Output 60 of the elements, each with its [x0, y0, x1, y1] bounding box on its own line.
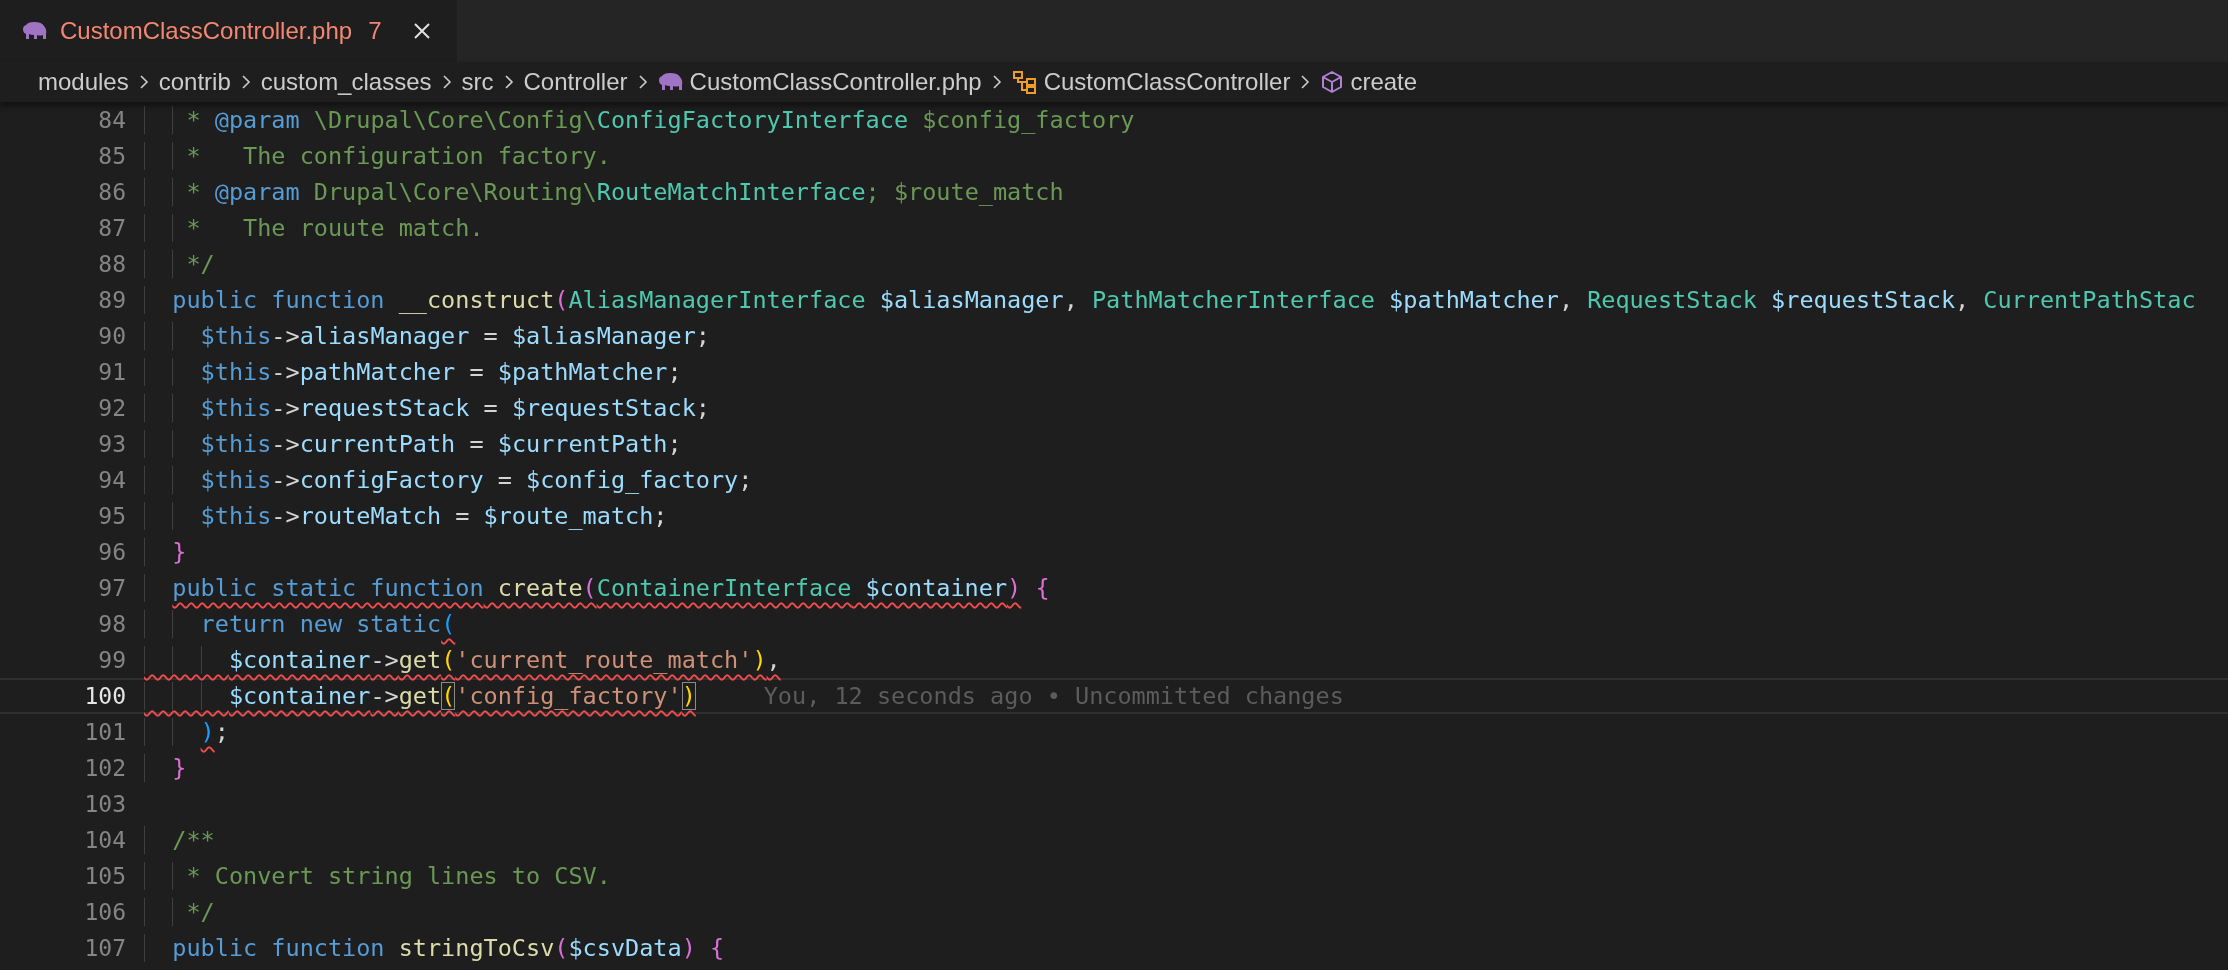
code-line: */	[144, 898, 215, 926]
code-line: /**	[144, 826, 215, 854]
breadcrumb-item[interactable]: create	[1350, 68, 1418, 96]
cube-icon	[1320, 70, 1345, 94]
code-line: * Convert string lines to CSV.	[144, 862, 611, 890]
code-line: $this->requestStack = $requestStack;	[144, 394, 710, 422]
line-number: 92	[97, 395, 126, 421]
code-line: * @param \Drupal\Core\Config\ConfigFactoryInterface $config_factory	[144, 106, 1135, 134]
code-line: $this->routeMatch = $route_match;	[144, 502, 668, 530]
code-line: $this->configFactory = $config_factory;	[144, 466, 753, 494]
code-line: * @param Drupal\Core\Routing\RouteMatchInterface; $route_match	[144, 178, 1064, 206]
breadcrumb-item[interactable]: src	[461, 68, 494, 96]
code-line: $this->aliasManager = $aliasManager;	[144, 322, 710, 350]
line-number: 84	[97, 107, 126, 133]
line-number: 101	[83, 719, 126, 745]
line-number: 88	[97, 251, 126, 277]
line-number: 100	[83, 683, 126, 709]
breadcrumb-item[interactable]: Controller	[523, 68, 628, 96]
line-number: 90	[97, 323, 126, 349]
code-line: $container->get('config_factory')	[144, 682, 696, 710]
breadcrumb-item[interactable]: CustomClassController.php	[689, 68, 982, 96]
code-line: * The rouute match.	[144, 214, 484, 242]
code-line: public function __construct(AliasManagerInterface $aliasManager, PathMatcherInterface $pathMatcher, RequestStack $requestStack, CurrentPathStac	[144, 286, 2196, 314]
code-line: */	[144, 250, 215, 278]
line-number: 98	[97, 611, 126, 637]
code-line: $container->get('current_route_match'),	[144, 646, 781, 674]
code-line: return new static(	[144, 610, 456, 638]
breadcrumb-item[interactable]: contrib	[158, 68, 231, 96]
line-number: 91	[97, 359, 126, 385]
code-line: * The configuration factory.	[144, 142, 611, 170]
line-number: 94	[97, 467, 126, 493]
line-number: 103	[83, 791, 126, 817]
breadcrumb-item[interactable]: CustomClassController	[1043, 68, 1291, 96]
line-number: 107	[83, 935, 126, 961]
line-number: 89	[97, 287, 126, 313]
line-number: 95	[97, 503, 126, 529]
line-number: 102	[83, 755, 126, 781]
code-line: public static function create(ContainerInterface $container) {	[144, 574, 1050, 602]
editor-tab[interactable]: CustomClassController.php 7	[0, 0, 458, 62]
elephant-icon	[657, 72, 684, 92]
line-number: 87	[97, 215, 126, 241]
breadcrumb-item[interactable]: custom_classes	[260, 68, 432, 96]
hierarchy-icon	[1011, 70, 1038, 94]
code-line: $this->pathMatcher = $pathMatcher;	[144, 358, 682, 386]
code-line: }	[144, 538, 187, 566]
code-line: }	[144, 754, 187, 782]
line-number: 93	[97, 431, 126, 457]
breadcrumb-item[interactable]: modules	[38, 68, 129, 96]
line-number: 106	[83, 899, 126, 925]
line-number: 96	[97, 539, 126, 565]
line-number: 86	[97, 179, 126, 205]
line-number: 97	[97, 575, 126, 601]
line-number: 99	[97, 647, 126, 673]
line-number: 85	[97, 143, 126, 169]
line-number: 104	[83, 827, 126, 853]
line-number: 105	[83, 863, 126, 889]
blame-annotation: You, 12 seconds ago • Uncommitted changes	[763, 682, 1344, 710]
code-line: $this->currentPath = $currentPath;	[144, 430, 682, 458]
elephant-icon	[22, 21, 48, 41]
code-line: public function stringToCsv($csvData) {	[144, 934, 725, 962]
